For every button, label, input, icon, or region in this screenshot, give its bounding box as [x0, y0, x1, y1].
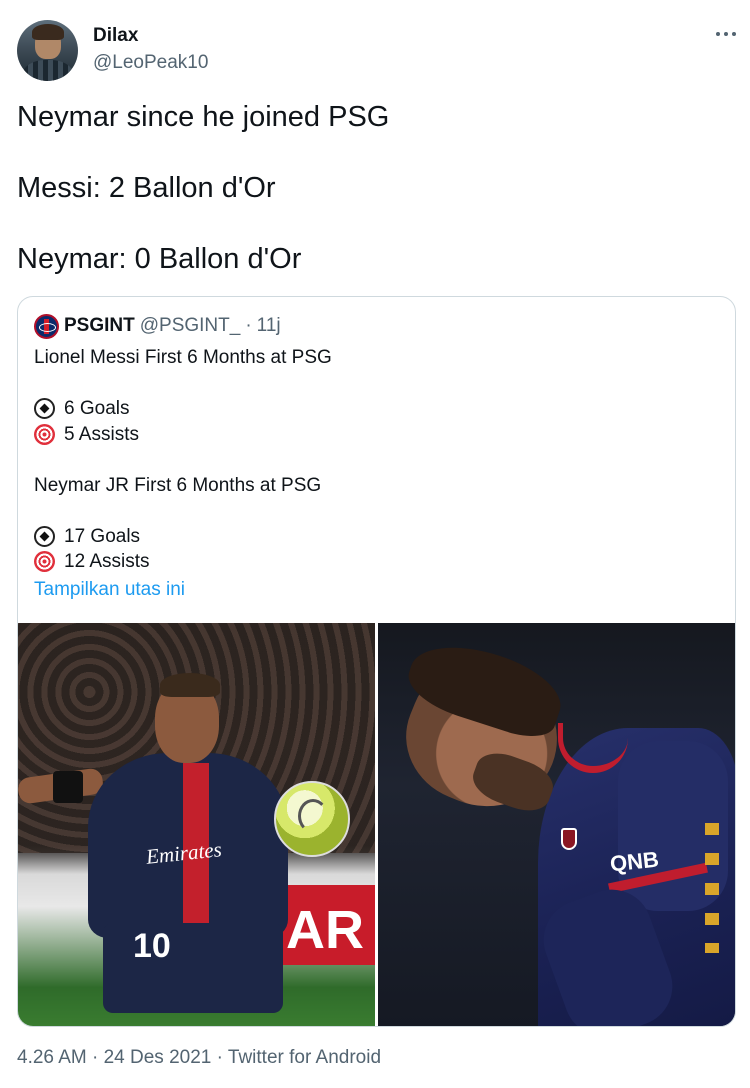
- shorts-number: 10: [133, 927, 171, 965]
- tweet-text-gap: [17, 135, 732, 171]
- quoted-line: Neymar JR First 6 Months at PSG: [34, 473, 724, 499]
- more-options-icon[interactable]: [714, 22, 738, 46]
- quoted-tweet-header: PSGINT @PSGINT_ · 11j: [34, 313, 281, 339]
- banner-text: AR: [286, 900, 364, 960]
- quoted-blank-line: [34, 498, 724, 524]
- tweet-text-line: Neymar: 0 Ballon d'Or: [17, 243, 302, 275]
- player-armband: [53, 771, 83, 803]
- player-shorts: [103, 923, 283, 1013]
- quoted-tweet-body: Lionel Messi First 6 Months at PSG 6 Goa…: [34, 345, 724, 602]
- quoted-media: AR Emirates 10 QNB: [18, 623, 735, 1026]
- avatar-hair: [32, 24, 64, 40]
- tweet-text-gap: [17, 206, 732, 242]
- quoted-line-text: Lionel Messi First 6 Months at PSG: [34, 347, 332, 368]
- more-dot: [716, 32, 720, 36]
- quoted-stat-text: 12 Assists: [64, 551, 150, 572]
- club-crest-icon: [561, 828, 577, 850]
- messi-photo[interactable]: QNB: [378, 623, 735, 1026]
- player-hair: [160, 673, 220, 697]
- quoted-stat: 12 Assists: [34, 549, 724, 575]
- quoted-stat-text: 5 Assists: [64, 423, 139, 445]
- quoted-author-handle[interactable]: @PSGINT_: [140, 315, 241, 337]
- soccer-ball-image: [274, 781, 350, 857]
- quoted-time[interactable]: 11j: [257, 315, 281, 337]
- quoted-tweet[interactable]: PSGINT @PSGINT_ · 11j Lionel Messi First…: [17, 296, 736, 1027]
- author-display-name[interactable]: Dilax: [93, 25, 138, 47]
- neymar-photo[interactable]: AR Emirates 10: [18, 623, 375, 1026]
- sleeve-sponsor: QNB: [608, 846, 661, 877]
- tweet-source[interactable]: Twitter for Android: [228, 1047, 381, 1068]
- quoted-author-name[interactable]: PSGINT: [64, 315, 135, 337]
- meta-separator: ·: [217, 1047, 228, 1068]
- soccer-ball-icon: [34, 398, 55, 420]
- quoted-stat-text: 6 Goals: [64, 398, 130, 419]
- more-dot: [724, 32, 728, 36]
- tweet-meta: 4.26 AM · 24 Des 2021 · Twitter for Andr…: [17, 1047, 381, 1069]
- tweet-text: Neymar since he joined PSG Messi: 2 Ball…: [17, 100, 732, 277]
- background-detail: [705, 823, 719, 953]
- quoted-blank-line: [34, 447, 724, 473]
- psg-logo-icon[interactable]: [34, 313, 59, 339]
- quoted-line: Lionel Messi First 6 Months at PSG: [34, 345, 724, 371]
- tweet-text-line: Messi: 2 Ballon d'Or: [17, 172, 276, 204]
- quoted-stat: 17 Goals: [34, 524, 724, 550]
- avatar-shirt: [23, 60, 73, 81]
- meta-separator-dot: ·: [216, 1047, 223, 1068]
- author-handle[interactable]: @LeoPeak10: [93, 52, 208, 74]
- tweet-time[interactable]: 4.26 AM: [17, 1047, 87, 1068]
- user-avatar[interactable]: [17, 20, 78, 81]
- soccer-ball-icon: [34, 525, 55, 547]
- meta-separator: ·: [92, 1047, 104, 1068]
- quoted-stat-text: 17 Goals: [64, 525, 141, 547]
- tweet-header: Dilax @LeoPeak10: [17, 20, 737, 82]
- tweet-text-line: Neymar since he joined PSG: [17, 101, 390, 133]
- target-icon: [34, 423, 55, 445]
- more-dot: [732, 32, 736, 36]
- show-thread-link[interactable]: Tampilkan utas ini: [34, 577, 724, 603]
- quoted-separator: ·: [245, 315, 252, 336]
- target-icon: [34, 551, 55, 573]
- meta-separator-dot: ·: [92, 1047, 99, 1068]
- quoted-blank-line: [34, 371, 724, 397]
- quoted-stat: 5 Assists: [34, 422, 724, 448]
- tweet-date[interactable]: 24 Des 2021: [104, 1047, 212, 1068]
- quoted-line-text: Neymar JR First 6 Months at PSG: [34, 474, 322, 496]
- quoted-stat: 6 Goals: [34, 396, 724, 422]
